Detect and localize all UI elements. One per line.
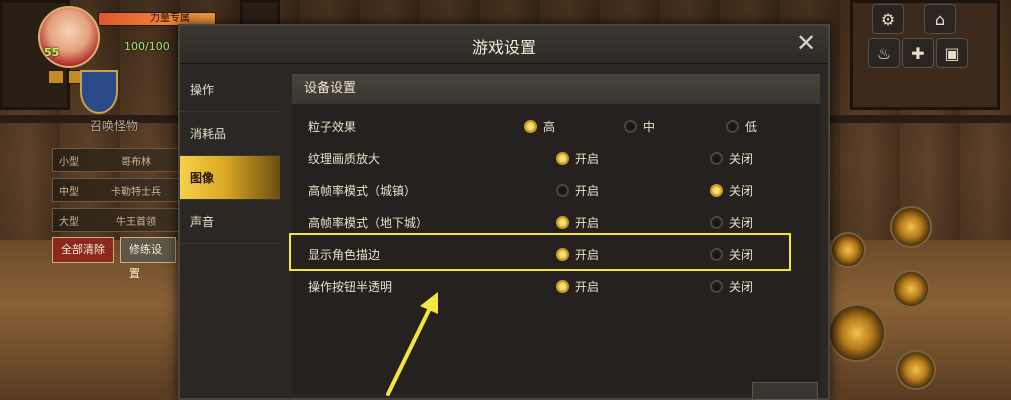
setting-row-high-fps-town: 高帧率模式（城镇） 开启 关闭	[292, 174, 820, 206]
radio-button[interactable]	[710, 280, 723, 293]
radio-button[interactable]	[726, 120, 739, 133]
radio-button[interactable]	[556, 216, 569, 229]
settings-tabs: 操作 消耗品 图像 声音	[180, 68, 280, 244]
setting-label: 操作按钮半透明	[308, 280, 393, 294]
summon-size: 大型	[59, 216, 79, 228]
summon-name: 牛王首领	[116, 216, 156, 228]
summon-row[interactable]: 中型 卡勒特士兵	[52, 178, 180, 202]
section-title: 设备设置	[292, 74, 820, 104]
summon-buttons: 全部清除 修练设置	[52, 237, 176, 280]
radio-button[interactable]	[710, 184, 723, 197]
option-off[interactable]: 关闭	[710, 214, 753, 231]
option-off[interactable]: 关闭	[710, 278, 753, 295]
setting-label: 高帧率模式（地下城）	[308, 216, 429, 230]
summon-list: 小型 哥布林 中型 卡勒特士兵 大型 牛王首领	[52, 148, 180, 238]
radio-button[interactable]	[556, 248, 569, 261]
option-label: 低	[745, 120, 758, 134]
option-label: 开启	[575, 248, 600, 262]
setting-row-texture-upscale: 纹理画质放大 开启 关闭	[292, 142, 820, 174]
radio-button[interactable]	[710, 248, 723, 261]
skill-ring-icon[interactable]	[830, 232, 866, 268]
bottom-tab-button[interactable]	[752, 382, 818, 400]
home-icon[interactable]: ⌂	[924, 4, 956, 34]
game-settings-dialog: 游戏设置 ✕ 操作 消耗品 图像 声音 设备设置 粒子效果 高 中 低 纹理画质…	[178, 24, 830, 400]
setting-row-button-transparency: 操作按钮半透明 开启 关闭	[292, 270, 820, 302]
option-on[interactable]: 开启	[556, 246, 599, 263]
mp-readout: 100/100	[124, 40, 170, 53]
option-on[interactable]: 开启	[556, 182, 599, 199]
radio-button[interactable]	[624, 120, 637, 133]
training-settings-button[interactable]: 修练设置	[120, 237, 176, 280]
skill-chest-icon[interactable]	[892, 270, 930, 308]
buff-icon	[48, 70, 64, 84]
radio-button[interactable]	[710, 152, 723, 165]
radio-button[interactable]	[524, 120, 537, 133]
option-label: 开启	[575, 216, 600, 230]
option-on[interactable]: 开启	[556, 214, 599, 231]
summon-panel-title: 召唤怪物	[90, 119, 139, 133]
option-label: 关闭	[729, 280, 754, 294]
skill-fire-icon[interactable]	[896, 350, 936, 390]
settings-gear-icon[interactable]: ⚙	[872, 4, 904, 34]
summon-name: 卡勒特士兵	[111, 186, 161, 198]
tab-sound[interactable]: 声音	[180, 200, 280, 244]
radio-button[interactable]	[556, 184, 569, 197]
dialog-title: 游戏设置	[471, 38, 536, 57]
tab-operation[interactable]: 操作	[180, 68, 280, 112]
option-label: 关闭	[729, 216, 754, 230]
summon-name: 哥布林	[121, 156, 151, 168]
option-medium[interactable]: 中	[624, 118, 655, 135]
potion-bag-icon[interactable]: ♨	[868, 38, 900, 68]
option-label: 关闭	[729, 248, 754, 262]
guild-banner-icon	[80, 70, 118, 114]
setting-row-character-outline: 显示角色描边 开启 关闭	[292, 238, 820, 270]
option-on[interactable]: 开启	[556, 278, 599, 295]
clear-all-button[interactable]: 全部清除	[52, 237, 114, 263]
setting-label: 粒子效果	[308, 120, 357, 134]
option-low[interactable]: 低	[726, 118, 757, 135]
option-label: 开启	[575, 280, 600, 294]
tab-consumables[interactable]: 消耗品	[180, 112, 280, 156]
option-label: 开启	[575, 184, 600, 198]
option-on[interactable]: 开启	[556, 150, 599, 167]
attack-button-icon[interactable]	[828, 304, 886, 362]
radio-button[interactable]	[556, 152, 569, 165]
setting-label: 显示角色描边	[308, 248, 381, 262]
skill-flame-icon[interactable]	[890, 206, 932, 248]
option-off[interactable]: 关闭	[710, 182, 753, 199]
setting-label: 纹理画质放大	[308, 152, 381, 166]
close-icon[interactable]: ✕	[794, 31, 818, 56]
summon-row[interactable]: 小型 哥布林	[52, 148, 180, 172]
dialog-header: 游戏设置 ✕	[180, 26, 828, 64]
setting-row-high-fps-dungeon: 高帧率模式（地下城） 开启 关闭	[292, 206, 820, 238]
option-label: 关闭	[729, 152, 754, 166]
option-label: 高	[543, 120, 556, 134]
option-high[interactable]: 高	[524, 118, 555, 135]
summon-size: 小型	[59, 156, 79, 168]
buff-icons	[48, 70, 84, 84]
option-label: 中	[643, 120, 656, 134]
option-off[interactable]: 关闭	[710, 150, 753, 167]
radio-button[interactable]	[556, 280, 569, 293]
treasure-chest-icon[interactable]: ▣	[936, 38, 968, 68]
summon-row[interactable]: 大型 牛王首领	[52, 208, 180, 232]
option-off[interactable]: 关闭	[710, 246, 753, 263]
settings-content: 设备设置 粒子效果 高 中 低 纹理画质放大 开启 关闭 高帧率模式（城镇） 开…	[292, 74, 820, 394]
add-plus-icon[interactable]: ✚	[902, 38, 934, 68]
radio-button[interactable]	[710, 216, 723, 229]
setting-row-particle-effect: 粒子效果 高 中 低	[292, 110, 820, 142]
tab-graphics[interactable]: 图像	[180, 156, 280, 200]
option-label: 关闭	[729, 184, 754, 198]
setting-label: 高帧率模式（城镇）	[308, 184, 417, 198]
summon-size: 中型	[59, 186, 79, 198]
option-label: 开启	[575, 152, 600, 166]
player-level: 55	[44, 46, 60, 59]
